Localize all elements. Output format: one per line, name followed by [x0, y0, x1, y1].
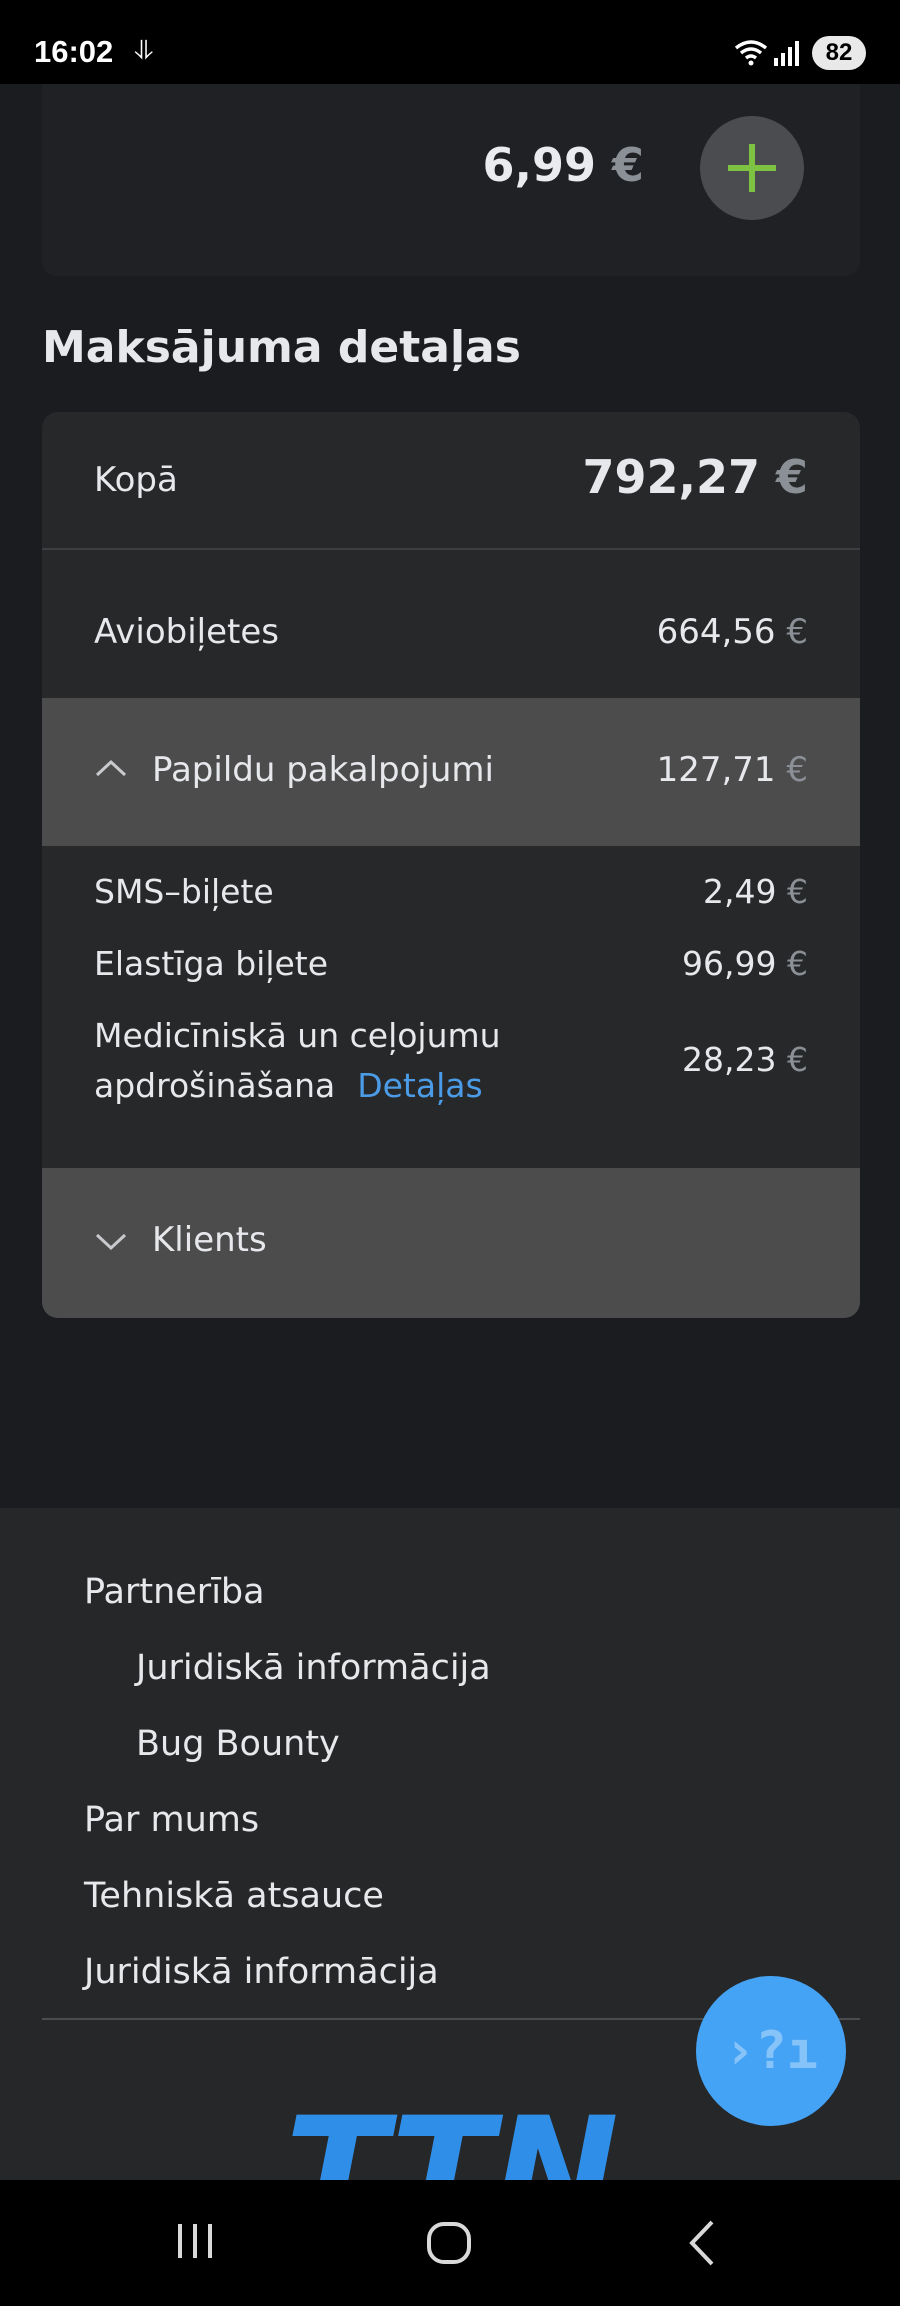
logo-text: TTN — [285, 2106, 619, 2180]
insurance-details-link[interactable]: Detaļas — [357, 1066, 482, 1105]
extras-item-amount: 28,23 € — [682, 1040, 808, 1079]
extras-item-label: SMS–biļete — [94, 872, 274, 911]
bolt-icon: ⥥ — [134, 36, 153, 66]
payment-details-card: Kopā 792,27 € Aviobiļetes 664,56 € Papil… — [42, 412, 860, 1318]
footer-link-about[interactable]: Par mums — [84, 1800, 259, 1840]
extras-item: Medicīniskā un ceļojumu apdrošināšana Det… — [42, 1016, 860, 1136]
tickets-value: 664,56 — [656, 612, 776, 652]
system-navigation-bar — [0, 2180, 900, 2306]
plus-icon — [728, 144, 776, 192]
tickets-label: Aviobiļetes — [94, 612, 279, 652]
total-amount: 792,27 € — [582, 450, 808, 504]
battery-indicator: 82 — [812, 36, 866, 70]
total-row: Kopā 792,27 € — [42, 412, 860, 548]
status-time: 16:02 — [34, 34, 114, 69]
footer-link-tech-reference[interactable]: Tehniskā atsauce — [84, 1876, 384, 1916]
extras-item-value: 96,99 — [682, 944, 777, 983]
chevron-down-icon — [95, 1233, 127, 1251]
total-value: 792,27 — [582, 450, 760, 504]
tickets-row: Aviobiļetes 664,56 € — [42, 550, 860, 708]
footer-link-legal-sub[interactable]: Juridiskā informācija — [136, 1648, 491, 1688]
currency-symbol: € — [775, 450, 808, 504]
extras-toggle[interactable]: Papildu pakalpojumi 127,71 € — [42, 698, 860, 846]
total-label: Kopā — [94, 460, 178, 500]
signal-icon — [774, 41, 799, 66]
chevron-up-icon — [95, 759, 127, 777]
extras-value: 127,71 — [656, 750, 776, 790]
payment-details-title: Maksājuma detaļas — [42, 322, 521, 373]
status-bar: 16:02 ⥥ 82 — [0, 0, 900, 84]
extras-item-label-line2: apdrošināšana Detaļas — [94, 1066, 483, 1105]
tickets-amount: 664,56 € — [657, 612, 808, 652]
currency-symbol: € — [786, 612, 808, 652]
extras-item: Elastīga biļete 96,99 € — [42, 944, 860, 994]
extras-item-label-line1: Medicīniskā un ceļojumu — [94, 1016, 501, 1055]
help-chat-button[interactable]: ›?ı — [696, 1976, 846, 2126]
extras-item-value: 2,49 — [703, 872, 777, 911]
extras-item-label: Elastīga biļete — [94, 944, 329, 983]
client-label: Klients — [152, 1220, 267, 1260]
extras-item-amount: 2,49 € — [703, 872, 808, 911]
extras-item: SMS–biļete 2,49 € — [42, 872, 860, 922]
footer-link-partnership[interactable]: Partnerība — [84, 1572, 265, 1612]
service-price-value: 6,99 — [482, 138, 596, 192]
home-icon[interactable] — [424, 2218, 474, 2268]
extras-item-label: apdrošināšana — [94, 1066, 336, 1105]
footer-link-legal[interactable]: Juridiskā informācija — [84, 1952, 439, 1992]
footer-link-bug-bounty[interactable]: Bug Bounty — [136, 1724, 340, 1764]
currency-symbol: € — [787, 1040, 808, 1079]
extras-item-amount: 96,99 € — [682, 944, 808, 983]
currency-symbol: € — [786, 750, 808, 790]
add-service-button[interactable] — [700, 116, 804, 220]
wifi-icon — [734, 40, 768, 66]
client-toggle[interactable]: Klients — [42, 1168, 860, 1318]
back-icon[interactable] — [682, 2218, 722, 2268]
currency-symbol: € — [787, 944, 808, 983]
extras-item-value: 28,23 — [682, 1040, 777, 1079]
currency-symbol: € — [611, 138, 644, 192]
service-price: 6,99 € — [482, 138, 644, 192]
recent-apps-icon[interactable] — [172, 2218, 218, 2264]
company-logo: TTN — [285, 2106, 619, 2180]
extras-amount: 127,71 € — [657, 750, 808, 790]
currency-symbol: € — [787, 872, 808, 911]
extras-label: Papildu pakalpojumi — [152, 750, 494, 790]
